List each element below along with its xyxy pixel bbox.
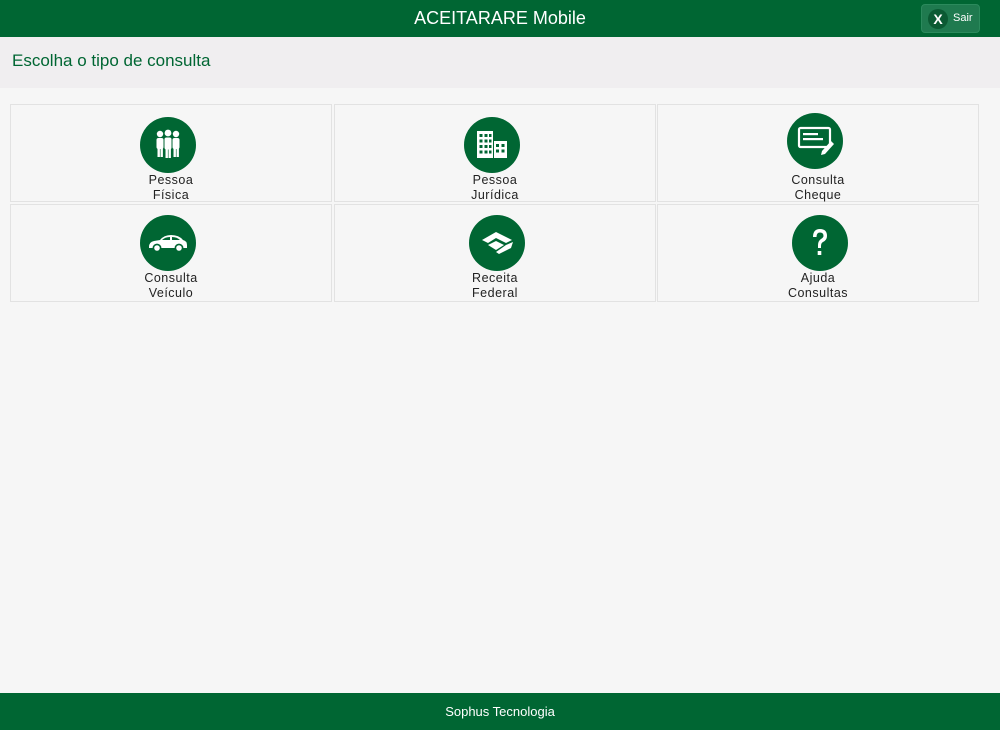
car-icon: [140, 215, 196, 271]
tile-pessoa-juridica[interactable]: Pessoa Jurídica: [334, 104, 656, 202]
tile-receita-federal[interactable]: Receita Federal: [334, 204, 656, 302]
footer: Sophus Tecnologia: [0, 693, 1000, 730]
page-title: Escolha o tipo de consulta: [12, 51, 211, 70]
top-bar: ACEITARARE Mobile X Sair: [0, 0, 1000, 37]
tile-pessoa-fisica[interactable]: Pessoa Física: [10, 104, 332, 202]
exit-button-label: Sair: [953, 12, 973, 24]
close-icon: X: [928, 9, 948, 29]
tile-consulta-veiculo[interactable]: Consulta Veículo: [10, 204, 332, 302]
help-icon: [792, 215, 848, 271]
tile-label: Receita Federal: [472, 271, 518, 300]
tile-label: Consulta Veículo: [144, 271, 198, 300]
tile-consulta-cheque[interactable]: Consulta Cheque: [657, 104, 979, 202]
exit-button[interactable]: X Sair: [921, 4, 980, 33]
app-title: ACEITARARE Mobile: [414, 8, 586, 28]
tile-label: Consulta Cheque: [791, 173, 845, 202]
query-type-grid: Pessoa Física Pessoa Jurídica Consulta C…: [10, 104, 982, 304]
tile-ajuda-consultas[interactable]: Ajuda Consultas: [657, 204, 979, 302]
tile-label: Pessoa Física: [148, 173, 194, 202]
building-icon: [464, 117, 520, 173]
tile-label: Ajuda Consultas: [787, 271, 849, 300]
people-icon: [140, 117, 196, 173]
check-icon: [787, 113, 843, 169]
footer-text: Sophus Tecnologia: [445, 704, 555, 719]
subheader: Escolha o tipo de consulta: [0, 37, 1000, 88]
receita-federal-icon: [469, 215, 525, 271]
tile-label: Pessoa Jurídica: [471, 173, 519, 202]
